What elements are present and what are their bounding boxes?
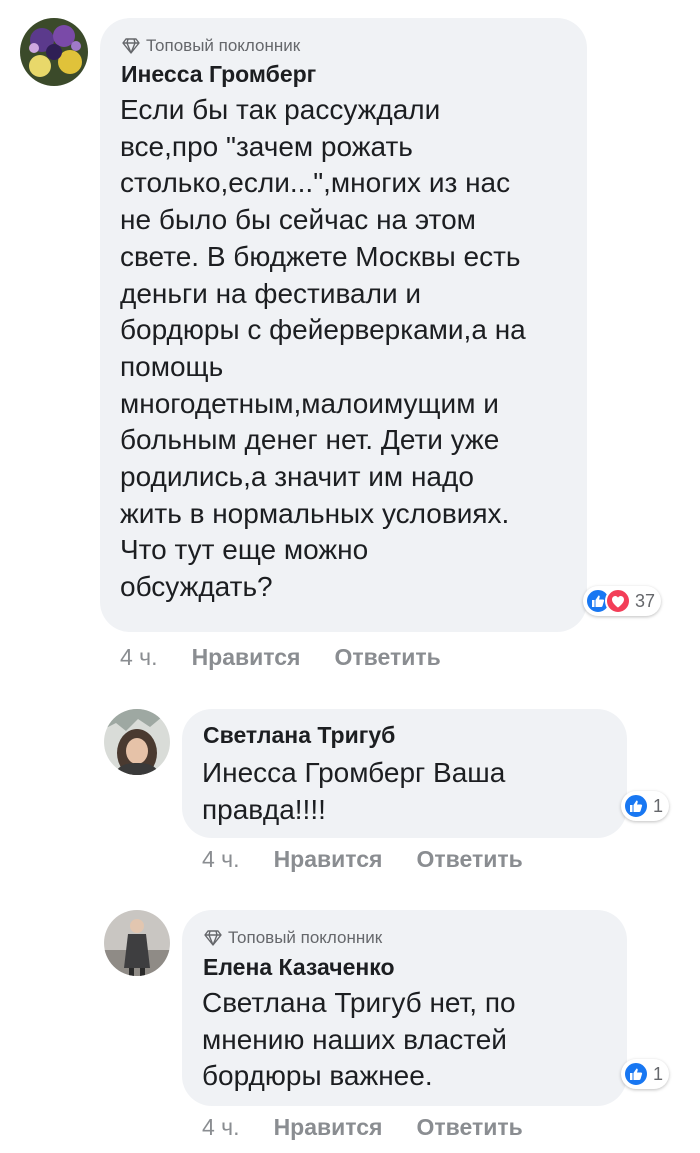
diamond-icon: [204, 930, 222, 946]
badge-label: Топовый поклонник: [228, 928, 383, 947]
top-fan-badge: Топовый поклонник: [204, 928, 382, 948]
comment-meta: 4 ч. Нравится Ответить: [202, 846, 523, 873]
comment-text: Если бы так рассуждали все,про "зачем ро…: [120, 94, 526, 603]
avatar[interactable]: [104, 910, 170, 976]
avatar-pansies-image: [20, 18, 88, 86]
avatar[interactable]: [20, 18, 88, 86]
reaction-count: 1: [653, 795, 664, 816]
like-icon: [623, 793, 649, 819]
avatar[interactable]: [104, 709, 170, 775]
like-button[interactable]: Нравится: [274, 1114, 383, 1141]
comment-author[interactable]: Инесса Громберг: [121, 61, 316, 88]
reply-button[interactable]: Ответить: [416, 846, 522, 873]
comment-meta: 4 ч. Нравится Ответить: [120, 644, 441, 671]
comment-time[interactable]: 4 ч.: [120, 644, 158, 671]
reaction-count: 1: [653, 1063, 664, 1084]
avatar-photo-image: [104, 910, 170, 976]
comment-text: Светлана Тригуб нет, по мнению наших вла…: [202, 987, 516, 1092]
like-button[interactable]: Нравится: [192, 644, 301, 671]
top-fan-badge: Топовый поклонник: [122, 36, 300, 56]
like-button[interactable]: Нравится: [274, 846, 383, 873]
reply-button[interactable]: Ответить: [334, 644, 440, 671]
comment-meta: 4 ч. Нравится Ответить: [202, 1114, 523, 1141]
like-icon: [623, 1061, 649, 1087]
comment-author[interactable]: Светлана Тригуб: [203, 722, 395, 749]
comment-text: Инесса Громберг Ваша правда!!!!: [202, 757, 506, 825]
reactions-badge[interactable]: 1: [621, 791, 670, 821]
comment-time[interactable]: 4 ч.: [202, 846, 240, 873]
love-icon: [605, 588, 631, 614]
reaction-count: 37: [635, 590, 656, 611]
reply-button[interactable]: Ответить: [416, 1114, 522, 1141]
comment-author[interactable]: Елена Казаченко: [203, 954, 395, 981]
badge-label: Топовый поклонник: [146, 36, 301, 55]
comment-time[interactable]: 4 ч.: [202, 1114, 240, 1141]
avatar-photo-image: [104, 709, 170, 775]
diamond-icon: [122, 38, 140, 54]
reactions-badge[interactable]: 1: [621, 1059, 670, 1089]
reactions-badge[interactable]: 37: [583, 586, 662, 616]
